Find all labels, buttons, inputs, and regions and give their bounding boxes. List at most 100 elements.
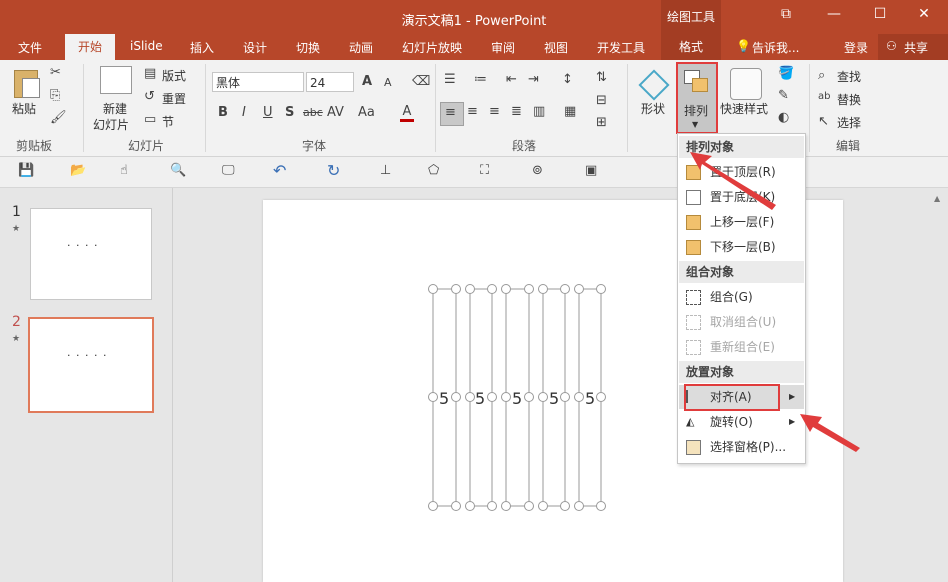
number-label[interactable]: 5 xyxy=(549,389,559,408)
tab-format[interactable]: 格式 xyxy=(661,34,721,60)
reset-label[interactable]: 重置 xyxy=(162,90,186,107)
line-spacing-icon[interactable]: ↕ xyxy=(562,72,573,87)
resize-handle[interactable] xyxy=(451,392,461,402)
menu-item-bring-to-front[interactable]: 置于顶层(R) xyxy=(679,160,804,184)
quick-styles-label[interactable]: 快速样式 xyxy=(720,100,768,117)
change-case-button[interactable]: Aa xyxy=(358,105,375,120)
present-icon[interactable]: 🖵 xyxy=(222,163,235,178)
share-button[interactable]: ⚇ 共享 xyxy=(878,34,948,60)
italic-button[interactable]: I xyxy=(242,105,246,120)
menu-item-regroup[interactable]: 重新组合(E) xyxy=(679,335,804,359)
resize-handle[interactable] xyxy=(428,284,438,294)
resize-handle[interactable] xyxy=(465,392,475,402)
slide-thumbnail-2[interactable]: · · · · · xyxy=(28,317,154,413)
copy-icon[interactable]: ⎘ xyxy=(50,88,60,103)
tab-home[interactable]: 开始 xyxy=(65,34,115,60)
tab-transitions[interactable]: 切换 xyxy=(296,39,320,56)
resize-handle[interactable] xyxy=(465,501,475,511)
underline-button[interactable]: U xyxy=(263,105,273,120)
resize-handle[interactable] xyxy=(501,392,511,402)
justify-icon[interactable]: ≣ xyxy=(511,104,522,119)
resize-handle[interactable] xyxy=(560,392,570,402)
text-direction-icon[interactable]: ⇅ xyxy=(596,70,607,85)
shapes-icon[interactable] xyxy=(638,68,671,101)
tab-slideshow[interactable]: 幻灯片放映 xyxy=(402,39,462,56)
number-label[interactable]: 5 xyxy=(439,389,449,408)
tab-developer[interactable]: 开发工具 xyxy=(597,39,645,56)
menu-item-rotate[interactable]: ◭ 旋转(O) ▶ xyxy=(679,410,804,434)
paste-label[interactable]: 粘贴 xyxy=(12,100,36,117)
open-folder-icon[interactable]: 📂 xyxy=(70,163,86,178)
new-slide-label-1[interactable]: 新建 xyxy=(103,100,127,117)
clear-format-icon[interactable]: ⌫ xyxy=(412,74,430,89)
tab-review[interactable]: 审阅 xyxy=(491,39,515,56)
resize-handle[interactable] xyxy=(524,501,534,511)
align-right-icon[interactable]: ≡ xyxy=(489,104,500,119)
smartart-icon[interactable]: ⊞ xyxy=(596,115,607,130)
find-icon[interactable]: ⌕ xyxy=(818,68,825,83)
replace-label[interactable]: 替换 xyxy=(837,91,861,108)
resize-handle[interactable] xyxy=(574,284,584,294)
tab-view[interactable]: 视图 xyxy=(544,39,568,56)
resize-handle[interactable] xyxy=(574,501,584,511)
tab-file[interactable]: 文件 xyxy=(18,39,42,56)
maximize-icon[interactable]: ☐ xyxy=(870,6,890,26)
merge-shapes-icon[interactable]: ⊚ xyxy=(532,163,543,178)
resize-handle[interactable] xyxy=(560,501,570,511)
resize-handle[interactable] xyxy=(451,501,461,511)
find-label[interactable]: 查找 xyxy=(837,68,861,85)
slide-thumbnail-1[interactable]: · · · · xyxy=(30,208,152,300)
resize-handle[interactable] xyxy=(524,392,534,402)
select-cursor-icon[interactable]: ↖ xyxy=(818,114,829,129)
font-name-combo[interactable]: 黑体 xyxy=(212,72,304,92)
signin-link[interactable]: 登录 xyxy=(844,39,868,56)
columns-icon[interactable]: ▦ xyxy=(564,104,576,119)
number-label[interactable]: 5 xyxy=(585,389,595,408)
tab-design[interactable]: 设计 xyxy=(243,39,267,56)
touch-mode-icon[interactable]: ☝ xyxy=(120,163,128,178)
new-slide-icon[interactable] xyxy=(100,66,132,94)
tab-insert[interactable]: 插入 xyxy=(190,39,214,56)
font-color-button[interactable]: A xyxy=(400,104,414,122)
grow-font-icon[interactable]: A xyxy=(362,74,372,89)
save-icon[interactable]: 💾 xyxy=(18,163,34,178)
resize-handle[interactable] xyxy=(487,501,497,511)
menu-item-bring-forward[interactable]: 上移一层(F) xyxy=(679,210,804,234)
strikethrough-button[interactable]: abc xyxy=(303,106,323,119)
print-preview-icon[interactable]: 🔍 xyxy=(170,163,186,178)
resize-handle[interactable] xyxy=(501,284,511,294)
menu-item-selection-pane[interactable]: 选择窗格(P)... xyxy=(679,435,804,459)
bold-button[interactable]: B xyxy=(218,105,228,120)
cut-icon[interactable]: ✂ xyxy=(50,65,61,80)
menu-item-group[interactable]: 组合(G) xyxy=(679,285,804,309)
align-text-icon[interactable]: ⊟ xyxy=(596,93,607,108)
distributed-icon[interactable]: ▥ xyxy=(533,104,545,119)
decrease-indent-icon[interactable]: ⇤ xyxy=(506,72,517,87)
shape-fill-icon[interactable]: 🪣 xyxy=(778,66,794,81)
close-icon[interactable]: ✕ xyxy=(914,6,934,26)
redo-icon[interactable]: ↻ xyxy=(327,161,340,180)
section-icon[interactable]: ▭ xyxy=(144,112,156,127)
menu-item-send-to-back[interactable]: 置于底层(K) xyxy=(679,185,804,209)
resize-handle[interactable] xyxy=(524,284,534,294)
vertical-scrollbar[interactable]: ▲ xyxy=(930,188,948,582)
resize-handle[interactable] xyxy=(596,284,606,294)
minimize-icon[interactable]: — xyxy=(824,6,844,26)
number-label[interactable]: 5 xyxy=(475,389,485,408)
replace-icon[interactable]: ab xyxy=(818,91,830,102)
arrange-button[interactable]: 排列 ▼ xyxy=(676,62,718,134)
shape-effects-icon[interactable]: ◐ xyxy=(778,110,789,125)
paste-icon[interactable] xyxy=(10,66,42,98)
reset-icon[interactable]: ↺ xyxy=(144,89,155,104)
tab-islide[interactable]: iSlide xyxy=(130,39,163,53)
resize-handle[interactable] xyxy=(538,284,548,294)
numbering-icon[interactable]: ≔ xyxy=(474,72,487,87)
menu-item-ungroup[interactable]: 取消组合(U) xyxy=(679,310,804,334)
number-label[interactable]: 5 xyxy=(512,389,522,408)
font-size-combo[interactable]: 24 xyxy=(306,72,354,92)
shape-outline-icon[interactable]: ✎ xyxy=(778,88,789,103)
section-label[interactable]: 节 xyxy=(162,113,174,130)
resize-handle[interactable] xyxy=(574,392,584,402)
char-spacing-button[interactable]: AV xyxy=(327,105,344,120)
quick-styles-icon[interactable] xyxy=(730,68,762,100)
